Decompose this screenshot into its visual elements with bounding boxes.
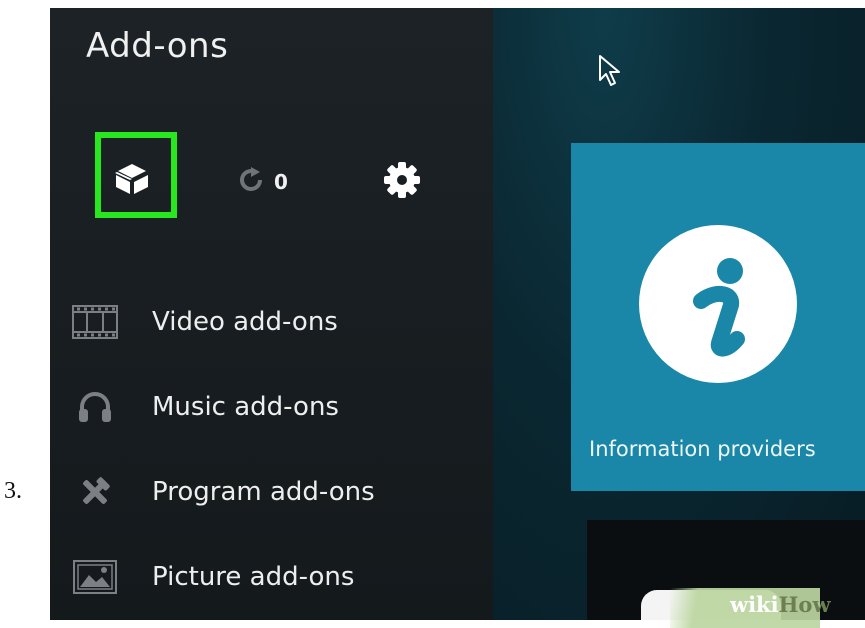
menu-item-label: Picture add-ons <box>152 562 355 592</box>
menu-item-label: Video add-ons <box>152 307 338 337</box>
menu-item-picture-add-ons[interactable]: Picture add-ons <box>70 547 470 607</box>
wikihow-watermark: wikiHow <box>670 588 831 628</box>
refresh-icon <box>238 167 264 197</box>
menu-item-program-add-ons[interactable]: Program add-ons <box>70 462 470 522</box>
open-box-icon <box>113 162 151 200</box>
update-count: 0 <box>274 170 288 194</box>
content-area: Information providers <box>493 8 865 620</box>
update-button[interactable]: 0 <box>228 166 298 198</box>
sidebar: Add-ons 0 Video add-ons Music add-ons Pr… <box>50 8 493 620</box>
menu-item-video-add-ons[interactable]: Video add-ons <box>70 292 470 352</box>
kodi-window: Add-ons 0 Video add-ons Music add-ons Pr… <box>50 8 865 620</box>
addon-browser-button[interactable] <box>106 158 158 204</box>
headphones-icon <box>70 387 120 427</box>
watermark-suffix: How <box>778 592 831 617</box>
step-number: 3. <box>4 478 22 504</box>
gear-icon <box>383 161 421 203</box>
film-strip-icon <box>70 302 120 342</box>
information-providers-tile[interactable]: Information providers <box>571 143 865 491</box>
mouse-cursor-icon <box>598 54 624 92</box>
picture-icon <box>70 557 120 597</box>
watermark-prefix: wiki <box>730 592 779 617</box>
menu-item-label: Music add-ons <box>152 392 339 422</box>
tools-icon <box>70 472 120 512</box>
settings-button[interactable] <box>382 162 422 202</box>
menu-item-label: Program add-ons <box>152 477 375 507</box>
page-title: Add-ons <box>86 26 229 66</box>
info-icon <box>639 225 797 383</box>
menu-item-music-add-ons[interactable]: Music add-ons <box>70 377 470 437</box>
tile-label: Information providers <box>589 437 816 461</box>
